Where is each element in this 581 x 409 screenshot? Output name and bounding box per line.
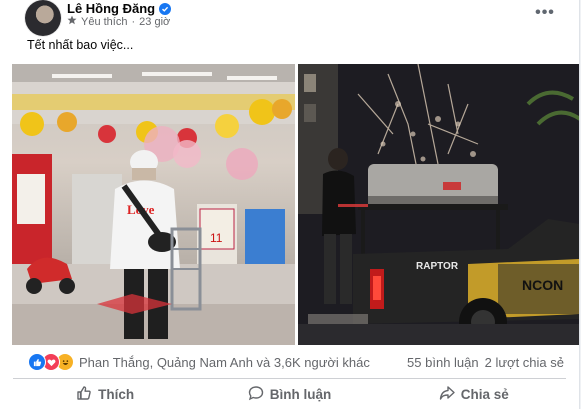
post-card: Lê Hồng Đăng Yêu thích · 23 giờ ••• Tết … [0, 0, 580, 409]
truck-brand-text: NCON [522, 277, 563, 293]
action-bar: Thích Bình luận Chia sẻ [13, 380, 566, 408]
favorite-label[interactable]: Yêu thích [81, 16, 127, 28]
reaction-icons[interactable] [28, 353, 74, 371]
avatar[interactable] [25, 0, 61, 36]
author-name[interactable]: Lê Hồng Đăng [67, 1, 155, 16]
comment-label: Bình luận [269, 386, 332, 402]
divider [13, 378, 566, 379]
more-icon: ••• [535, 4, 555, 21]
author-row: Lê Hồng Đăng [67, 1, 172, 16]
photo-supermarket[interactable]: 11 Love [12, 64, 295, 345]
share-count[interactable]: 2 lượt chia sẻ [485, 355, 564, 370]
comment-icon [248, 385, 264, 404]
photo-truck[interactable]: RAPTOR NCON [298, 64, 579, 345]
photo-grid: 11 Love [12, 64, 579, 345]
post-text: Tết nhất bao việc... [27, 38, 134, 52]
post-time[interactable]: 23 giờ [139, 16, 170, 28]
share-button[interactable]: Chia sẻ [382, 380, 566, 408]
comment-button[interactable]: Bình luận [197, 380, 381, 408]
meta-separator: · [131, 15, 136, 28]
post-meta: Yêu thích · 23 giờ [67, 15, 170, 28]
like-reaction-icon [28, 353, 46, 371]
like-label: Thích [98, 386, 135, 402]
supermarket-illustration: 11 Love [12, 64, 295, 345]
star-icon [67, 15, 77, 28]
reaction-names[interactable]: Phan Thắng, Quảng Nam Anh và 3,6K người … [79, 355, 370, 370]
truck-illustration: RAPTOR NCON [298, 64, 579, 345]
share-icon [439, 385, 455, 404]
verified-badge-icon [159, 2, 172, 15]
like-button[interactable]: Thích [13, 380, 197, 408]
share-label: Chia sẻ [460, 386, 509, 402]
truck-model-text: RAPTOR [416, 261, 459, 272]
more-options-button[interactable]: ••• [531, 4, 559, 22]
thumbs-up-icon [76, 385, 92, 404]
comment-count[interactable]: 55 bình luận [407, 355, 479, 370]
sign-number: 11 [210, 231, 223, 245]
post-stats: 55 bình luận 2 lượt chia sẻ [407, 355, 564, 370]
